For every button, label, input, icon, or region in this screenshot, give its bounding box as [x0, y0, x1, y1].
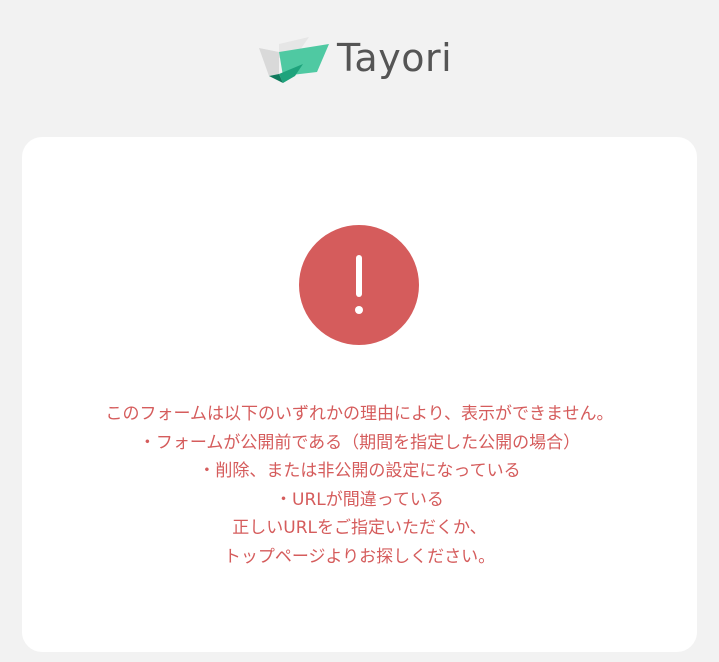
- message-line: ・削除、または非公開の設定になっている: [198, 461, 521, 482]
- exclamation-circle-icon: [299, 225, 419, 345]
- exclamation-bar: [356, 255, 362, 297]
- error-card: このフォームは以下のいずれかの理由により、表示ができません。 ・フォームが公開前…: [22, 137, 697, 652]
- site-header: Tayori: [0, 0, 719, 120]
- message-line: トップページよりお探しください。: [223, 546, 496, 567]
- tayori-logo[interactable]: Tayori: [257, 34, 467, 86]
- brand-name: Tayori: [337, 36, 453, 80]
- message-line: 正しいURLをご指定いただくか、: [232, 518, 487, 539]
- paper-plane-envelope-icon: [259, 37, 329, 83]
- message-line: このフォームは以下のいずれかの理由により、表示ができません。: [105, 404, 614, 424]
- error-message: このフォームは以下のいずれかの理由により、表示ができません。 ・フォームが公開前…: [22, 400, 697, 572]
- message-line: ・フォームが公開前である（期間を指定した公開の場合）: [138, 432, 581, 453]
- message-line: ・URLが間違っている: [275, 489, 444, 510]
- exclamation-dot: [355, 306, 363, 314]
